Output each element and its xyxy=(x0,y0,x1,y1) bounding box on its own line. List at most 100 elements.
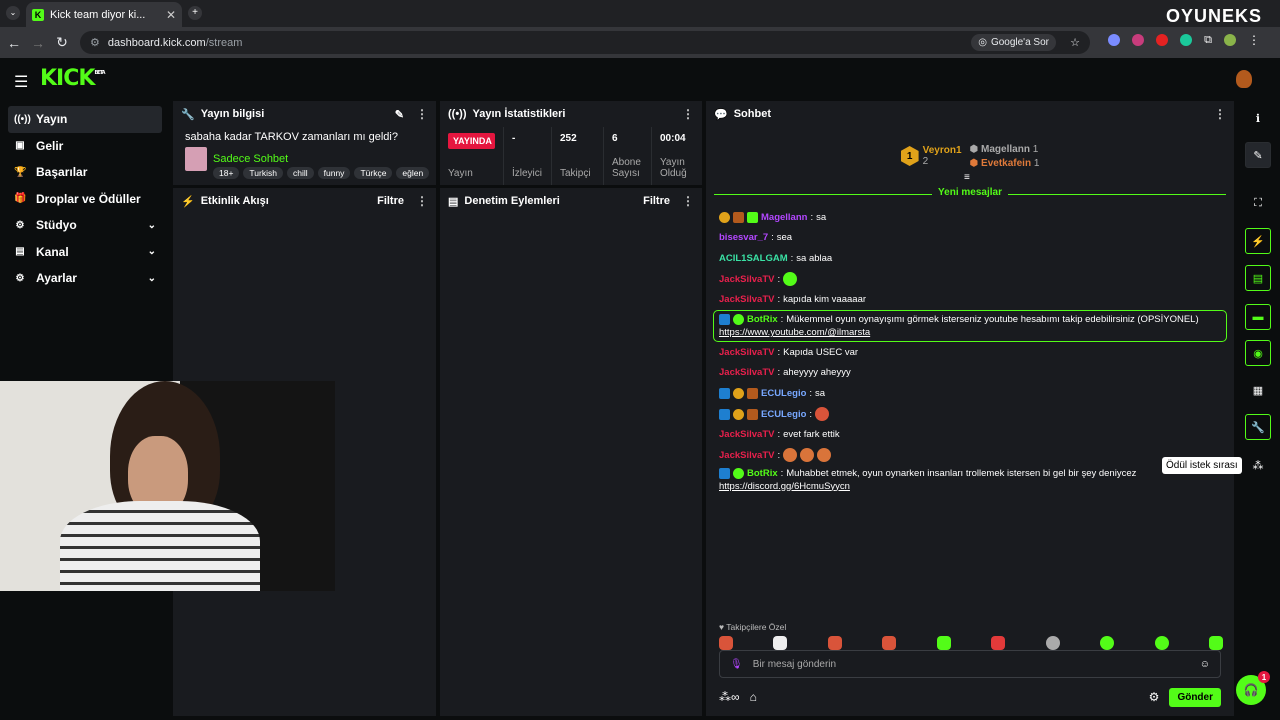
address-bar[interactable]: ⚙ dashboard.kick.com/stream ◎ Google'a S… xyxy=(80,31,1090,54)
chat-username[interactable]: JackSilvaTV xyxy=(719,429,774,440)
sidebar-item-kanal[interactable]: ▤ Kanal ⌄ xyxy=(8,239,162,266)
chat-link[interactable]: https://discord.gg/6HcmuSyycn xyxy=(719,481,850,492)
browser-tab[interactable]: K Kick team diyor ki... ✕ xyxy=(26,2,182,27)
info-icon[interactable]: ℹ xyxy=(1245,105,1271,131)
screen-capture-icon[interactable]: ⛶ xyxy=(1245,190,1271,216)
sidebar-item-gelir[interactable]: ▣ Gelir xyxy=(8,133,162,160)
mod-badge-icon[interactable] xyxy=(719,313,730,325)
chat-settings-icon[interactable]: ⚙ xyxy=(1149,690,1160,704)
store-icon[interactable]: ⌂ xyxy=(750,690,757,704)
gift-leaderboard[interactable]: 1 Veyron1 2 ⬢ Magellann 1 ⬢ Evetkafein 1… xyxy=(706,127,1234,185)
extension-icon[interactable] xyxy=(1180,34,1193,46)
emote-icon[interactable] xyxy=(1154,636,1169,650)
filter-button[interactable]: Filtre xyxy=(377,195,404,207)
emote-icon[interactable] xyxy=(1045,636,1060,650)
stream-tag[interactable]: Türkçe xyxy=(354,167,393,179)
chevron-down-icon[interactable]: ⌄ xyxy=(148,220,156,231)
sidebar-item-başarılar[interactable]: 🏆 Başarılar xyxy=(8,159,162,186)
sidebar-item-droplar-ve-ödüller[interactable]: 🎁 Droplar ve Ödüller xyxy=(8,186,162,213)
gift-badge-icon[interactable] xyxy=(733,211,744,223)
reload-icon[interactable]: ↻ xyxy=(50,34,74,51)
extension-icon[interactable] xyxy=(1156,34,1169,46)
chat-username[interactable]: ECULegio xyxy=(761,388,806,399)
extensions-puzzle-icon[interactable]: ⧉ xyxy=(1204,34,1212,47)
gift-badge-icon[interactable] xyxy=(747,387,758,399)
sub-1-badge-icon[interactable] xyxy=(719,211,730,223)
chat-username[interactable]: bisesvar_7 xyxy=(719,232,768,243)
chevron-down-icon[interactable]: ⌄ xyxy=(148,273,156,284)
sub-1-badge-icon[interactable] xyxy=(733,408,744,420)
emote-icon[interactable] xyxy=(773,636,788,650)
close-tab-icon[interactable]: ✕ xyxy=(166,8,176,22)
edit-icon[interactable]: ✎ xyxy=(1245,142,1271,168)
chat-username[interactable]: ECULegio xyxy=(761,409,806,420)
chat-username[interactable]: JackSilvaTV xyxy=(719,294,774,305)
category-name[interactable]: Sadece Sohbet xyxy=(213,153,288,165)
chat-username[interactable]: JackSilvaTV xyxy=(719,347,774,358)
emote-icon[interactable] xyxy=(827,636,842,650)
extension-icon[interactable] xyxy=(1132,34,1145,46)
more-options-icon[interactable]: ⋮ xyxy=(682,107,694,121)
green-badge-icon[interactable] xyxy=(747,211,758,223)
help-chat-button[interactable]: 🎧 1 xyxy=(1236,671,1270,705)
forward-icon[interactable]: → xyxy=(26,35,50,51)
site-info-icon[interactable]: ⚙ xyxy=(90,36,100,49)
channel-points-icon[interactable]: ⁂∞ xyxy=(719,690,740,704)
hamburger-menu-icon[interactable]: ☰ xyxy=(14,72,28,92)
profile-avatar-icon[interactable] xyxy=(1224,34,1236,46)
layout-icon[interactable]: ▦ xyxy=(1245,377,1271,403)
verified-badge-icon[interactable] xyxy=(733,313,744,325)
stream-tag[interactable]: chill xyxy=(286,167,314,179)
stream-tag[interactable]: funny xyxy=(317,167,351,179)
emote-icon[interactable] xyxy=(719,636,733,650)
tab-search-button[interactable]: ⌄ xyxy=(6,6,20,20)
emote-icon[interactable] xyxy=(1100,636,1115,650)
chat-username[interactable]: JackSilvaTV xyxy=(719,274,774,285)
emoji-picker-icon[interactable]: ☺ xyxy=(1200,659,1210,670)
more-options-icon[interactable]: ⋮ xyxy=(416,194,428,208)
reward-queue-icon[interactable]: ⁂ xyxy=(1245,452,1271,478)
extension-icon[interactable] xyxy=(1108,34,1121,46)
mod-badge-icon[interactable] xyxy=(719,467,730,479)
more-options-icon[interactable]: ⋮ xyxy=(416,107,428,121)
wrench-icon[interactable]: 🔧 xyxy=(1245,414,1271,440)
send-button[interactable]: Gönder xyxy=(1169,687,1221,707)
chat-username[interactable]: JackSilvaTV xyxy=(719,367,774,378)
mod-badge-icon[interactable] xyxy=(719,387,730,399)
filter-button[interactable]: Filtre xyxy=(643,195,670,207)
stream-tag[interactable]: 18+ xyxy=(213,167,240,179)
lightning-icon[interactable]: ⚡ xyxy=(1245,228,1271,254)
emote-icon[interactable] xyxy=(882,636,897,650)
chat-username[interactable]: Magellann xyxy=(761,212,807,223)
back-icon[interactable]: ← xyxy=(2,35,26,51)
chat-input[interactable]: 🎙 Bir mesaj gönderin ☺ xyxy=(719,650,1221,678)
bookmark-star-icon[interactable]: ☆ xyxy=(1070,36,1080,49)
more-options-icon[interactable]: ⋮ xyxy=(682,194,694,208)
chat-username[interactable]: ACIL1SALGAM xyxy=(719,253,788,264)
chat-bubble-icon[interactable]: ▬ xyxy=(1245,304,1271,330)
stream-tag[interactable]: eğlen xyxy=(396,167,430,179)
sidebar-item-stüdyo[interactable]: ⚙ Stüdyo ⌄ xyxy=(8,212,162,239)
stream-tag[interactable]: Turkish xyxy=(243,167,283,179)
chat-username[interactable]: JackSilvaTV xyxy=(719,450,774,461)
emote-icon[interactable] xyxy=(991,636,1006,650)
chat-link[interactable]: https://www.youtube.com/@ilmarsta xyxy=(719,327,870,338)
chat-username[interactable]: BotRix xyxy=(747,314,778,325)
chevron-down-icon[interactable]: ⌄ xyxy=(148,246,156,257)
broadcast-icon[interactable]: ◉ xyxy=(1245,340,1271,366)
gift-badge-icon[interactable] xyxy=(747,408,758,420)
microphone-icon[interactable]: 🎙 xyxy=(730,659,743,670)
sidebar-item-yayın[interactable]: ((•)) Yayın xyxy=(8,106,162,133)
expand-leaderboard-icon[interactable]: ≡ xyxy=(964,172,970,183)
emote-icon[interactable] xyxy=(936,636,951,650)
verified-badge-icon[interactable] xyxy=(733,467,744,479)
document-icon[interactable]: ▤ xyxy=(1245,265,1271,291)
sub-1-badge-icon[interactable] xyxy=(733,387,744,399)
user-avatar[interactable] xyxy=(1236,70,1252,88)
chat-username[interactable]: BotRix xyxy=(747,468,778,479)
browser-menu-icon[interactable]: ⋮ xyxy=(1248,33,1260,47)
new-tab-button[interactable]: + xyxy=(188,6,202,20)
emote-icon[interactable] xyxy=(1208,636,1223,650)
google-ask-button[interactable]: ◎ Google'a Sor xyxy=(971,34,1056,51)
sidebar-item-ayarlar[interactable]: ⚙ Ayarlar ⌄ xyxy=(8,265,162,292)
